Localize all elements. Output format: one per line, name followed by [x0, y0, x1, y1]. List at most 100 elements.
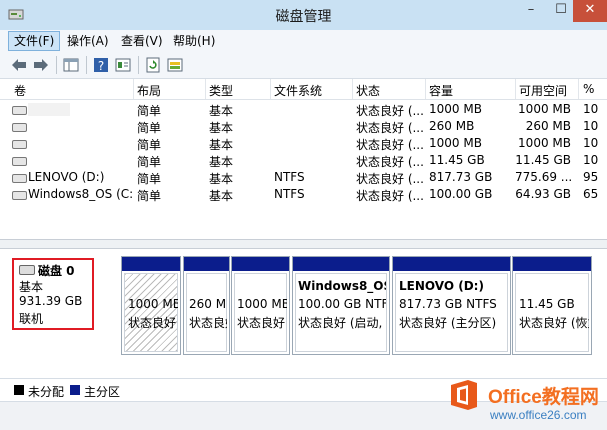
row-capacity: 100.00 GB [429, 187, 493, 201]
legend-swatch-primary [70, 385, 80, 395]
row-layout: 简单 [137, 138, 162, 152]
column-divider[interactable] [425, 79, 426, 99]
volume-name-blank [28, 103, 70, 116]
disk-state: 联机 [19, 312, 44, 326]
table-row[interactable]: 简单 基本 状态良好 (... 11.45 GB 11.45 GB 10 [0, 152, 607, 169]
partition-title: Windows8_OS [298, 279, 386, 293]
table-row[interactable]: 简单 基本 状态良好 (... 1000 MB 1000 MB 10 [0, 101, 607, 118]
row-layout: 简单 [137, 121, 162, 135]
disk-name: 磁盘 0 [38, 264, 75, 278]
table-row[interactable]: 简单 基本 状态良好 (... 260 MB 260 MB 10 [0, 118, 607, 135]
menu-file[interactable]: 文件(F) [8, 31, 61, 51]
close-button[interactable]: ✕ [573, 0, 607, 22]
svg-text:?: ? [98, 59, 104, 73]
partition-bar [393, 257, 510, 271]
partition-block[interactable]: 11.45 GB 状态良好 (恢复 [512, 256, 592, 355]
partition-block[interactable]: 260 MB 状态良好 [183, 256, 230, 355]
partition-block[interactable]: 1000 MB 状态良好 [231, 256, 290, 355]
row-percent: 65 [583, 187, 599, 201]
column-divider[interactable] [578, 79, 579, 99]
row-percent: 10 [583, 102, 599, 116]
partition-frame [515, 273, 589, 352]
menu-view[interactable]: 查看(V) [116, 32, 168, 50]
back-arrow-icon[interactable] [10, 56, 28, 74]
partition-bar [232, 257, 289, 271]
partition-bar [122, 257, 180, 271]
partition-title: LENOVO (D:) [399, 279, 484, 293]
properties-icon[interactable] [114, 56, 132, 74]
row-capacity: 260 MB [429, 119, 475, 133]
column-header-status[interactable]: 状态 [356, 82, 380, 99]
partition-frame [186, 273, 227, 352]
minimize-button[interactable]: – [516, 0, 546, 22]
partition-status: 状态良好 (恢复 [519, 316, 589, 330]
toolbar-separator [138, 56, 139, 74]
row-capacity: 817.73 GB [429, 170, 493, 184]
column-divider[interactable] [515, 79, 516, 99]
partition-block[interactable]: 1000 MB 状态良好 [121, 256, 181, 355]
maximize-button[interactable]: ☐ [546, 0, 576, 22]
console-tree-icon[interactable] [62, 56, 80, 74]
menu-action[interactable]: 操作(A) [62, 32, 114, 50]
row-percent: 10 [583, 136, 599, 150]
partition-bar [513, 257, 591, 271]
volume-icon [12, 123, 27, 132]
column-header-filesystem[interactable]: 文件系统 [274, 82, 322, 99]
column-divider[interactable] [270, 79, 271, 99]
table-row[interactable]: Windows8_OS (C:) 简单 基本 NTFS 状态良好 (... 10… [0, 186, 607, 203]
row-filesystem: NTFS [274, 170, 305, 184]
row-layout: 简单 [137, 155, 162, 169]
row-type: 基本 [209, 121, 234, 135]
menu-help[interactable]: 帮助(H) [168, 32, 220, 50]
column-divider[interactable] [133, 79, 134, 99]
partition-status: 状态良好 (启动, 页 [298, 316, 386, 330]
table-row[interactable]: LENOVO (D:) 简单 基本 NTFS 状态良好 (... 817.73 … [0, 169, 607, 186]
partition-status: 状态良好 [189, 316, 227, 330]
partition-size: 1000 MB [128, 297, 178, 311]
refresh-icon[interactable] [144, 56, 162, 74]
partition-status: 状态良好 (主分区) [399, 316, 497, 330]
partition-status: 状态良好 [128, 316, 177, 330]
row-status: 状态良好 (... [356, 138, 424, 152]
volume-icon [12, 191, 27, 200]
office-logo-icon [451, 380, 477, 410]
row-layout: 简单 [137, 189, 162, 203]
pane-splitter[interactable] [0, 240, 607, 249]
column-header-percent[interactable]: % [583, 82, 594, 96]
column-divider[interactable] [352, 79, 353, 99]
row-percent: 95 [583, 170, 599, 184]
toolbar-separator [56, 56, 57, 74]
volume-list[interactable]: 卷 布局 类型 文件系统 状态 容量 可用空间 % 简单 基本 状态良好 (..… [0, 79, 607, 240]
column-header-volume[interactable]: 卷 [14, 82, 26, 99]
row-type: 基本 [209, 172, 234, 186]
row-status: 状态良好 (... [356, 172, 424, 186]
row-status: 状态良好 (... [356, 104, 424, 118]
forward-arrow-icon[interactable] [32, 56, 50, 74]
help-icon[interactable]: ? [92, 56, 110, 74]
partition-block[interactable]: Windows8_OS 100.00 GB NTFS 状态良好 (启动, 页 [292, 256, 390, 355]
partition-bar [184, 257, 229, 271]
column-divider[interactable] [205, 79, 206, 99]
partition-block[interactable]: LENOVO (D:) 817.73 GB NTFS 状态良好 (主分区) [392, 256, 511, 355]
row-type: 基本 [209, 138, 234, 152]
column-header-type[interactable]: 类型 [209, 82, 233, 99]
watermark-url: www.office26.com [490, 408, 587, 422]
disk-settings-icon[interactable] [166, 56, 184, 74]
watermark-title: Office教程网 [488, 387, 599, 408]
menu-bar: 文件(F) 操作(A) 查看(V) 帮助(H) [0, 30, 607, 52]
volume-icon [12, 157, 27, 166]
partition-bar [293, 257, 389, 271]
column-header-capacity[interactable]: 容量 [429, 82, 453, 99]
volume-list-header: 卷 布局 类型 文件系统 状态 容量 可用空间 % [0, 79, 607, 100]
row-capacity: 11.45 GB [429, 153, 485, 167]
column-header-layout[interactable]: 布局 [137, 82, 161, 99]
disk-icon [19, 265, 35, 275]
row-filesystem: NTFS [274, 187, 305, 201]
volume-icon [12, 140, 27, 149]
row-volume-name: Windows8_OS (C:) [28, 187, 132, 201]
row-free: 64.93 GB [515, 187, 571, 201]
disk-info-card[interactable]: 磁盘 0 基本 931.39 GB 联机 [12, 258, 94, 330]
column-header-free[interactable]: 可用空间 [519, 82, 567, 99]
table-row[interactable]: 简单 基本 状态良好 (... 1000 MB 1000 MB 10 [0, 135, 607, 152]
row-layout: 简单 [137, 104, 162, 118]
